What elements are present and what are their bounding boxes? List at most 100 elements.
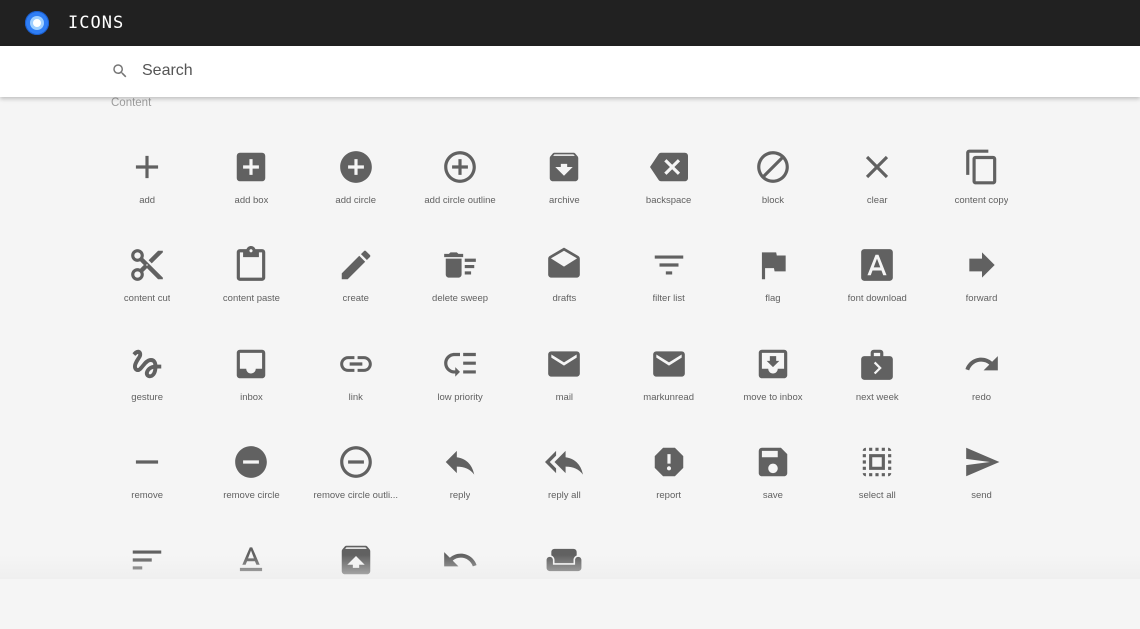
- icon-label: add circle outline: [424, 195, 496, 206]
- icon-label: inbox: [240, 391, 263, 403]
- gesture-icon: [132, 349, 162, 378]
- icon-tile[interactable]: filter list: [616, 236, 720, 334]
- icon-tile[interactable]: add circle outline: [408, 138, 512, 236]
- next-week-icon: [861, 349, 894, 380]
- add-circle-outline-icon: [444, 151, 476, 183]
- icon-tile[interactable]: add box: [199, 138, 303, 236]
- icon-tile[interactable]: move to inbox: [721, 335, 825, 433]
- icon-tile[interactable]: report: [616, 433, 720, 531]
- icon-label: link: [348, 391, 363, 403]
- icon-label: forward: [965, 293, 998, 305]
- icon-label: font download: [847, 293, 907, 305]
- icon-tile[interactable]: [304, 531, 408, 629]
- remove-circle-outline-icon: [339, 446, 372, 478]
- content-copy-icon: [965, 149, 996, 185]
- icon-label: reply: [449, 489, 471, 501]
- search-icon: [113, 64, 127, 78]
- clear-icon: [866, 155, 889, 179]
- icon-tile[interactable]: gesture: [95, 335, 199, 433]
- icon-label: gesture: [131, 391, 163, 403]
- icon-label: redo: [972, 391, 992, 403]
- markunread-icon: [652, 350, 685, 377]
- icon-tile[interactable]: font download: [825, 236, 929, 334]
- inbox-icon: [237, 349, 266, 378]
- icon-tile[interactable]: mail: [512, 335, 616, 433]
- app-logo-icon[interactable]: [25, 11, 49, 35]
- icon-tile[interactable]: save: [721, 433, 825, 531]
- icon-label: remove circle outli...: [313, 489, 398, 501]
- icon-tile[interactable]: remove circle outli...: [304, 433, 408, 531]
- icon-label: filter list: [652, 293, 685, 305]
- icon-tile[interactable]: archive: [512, 138, 616, 236]
- icon-tile[interactable]: [95, 531, 199, 629]
- icon-tile[interactable]: [199, 531, 303, 629]
- icon-tile[interactable]: clear: [825, 138, 929, 236]
- icon-tile[interactable]: [512, 531, 616, 629]
- remove-circle-icon: [235, 446, 268, 478]
- search-input[interactable]: [142, 58, 842, 84]
- icon-label: delete sweep: [432, 293, 489, 305]
- content-paste-icon: [237, 246, 266, 282]
- icon-tile[interactable]: markunread: [616, 335, 720, 433]
- remove-icon: [136, 460, 159, 464]
- report-icon: [654, 447, 683, 477]
- icon-tile[interactable]: inbox: [199, 335, 303, 433]
- icon-label: clear: [866, 195, 888, 206]
- icon-tile[interactable]: drafts: [512, 236, 616, 334]
- select-all-icon: [862, 447, 892, 477]
- icon-tile[interactable]: forward: [929, 236, 1033, 334]
- icon-label: archive: [549, 195, 580, 206]
- icon-tile[interactable]: next week: [825, 335, 929, 433]
- icon-label: move to inbox: [743, 391, 803, 403]
- icon-tile[interactable]: reply: [408, 433, 512, 531]
- icon-tile[interactable]: content copy: [929, 138, 1033, 236]
- drafts-icon: [548, 247, 581, 278]
- content-cut-icon: [131, 249, 163, 282]
- app-bar: ICONS: [0, 0, 1140, 46]
- text-format-icon: [240, 547, 263, 572]
- send-icon: [965, 447, 999, 477]
- icon-tile[interactable]: block: [721, 138, 825, 236]
- icon-label: backspace: [645, 195, 692, 206]
- icon-tile[interactable]: add: [95, 138, 199, 236]
- icon-label: remove: [131, 489, 163, 501]
- icon-tile[interactable]: delete sweep: [408, 236, 512, 334]
- icon-tile[interactable]: remove: [95, 433, 199, 531]
- icon-label: save: [762, 489, 783, 501]
- icon-label: send: [971, 489, 992, 501]
- icon-tile[interactable]: remove circle: [199, 433, 303, 531]
- icon-label: remove circle: [223, 489, 280, 501]
- icon-tile[interactable]: low priority: [408, 335, 512, 433]
- icon-tile[interactable]: redo: [929, 335, 1033, 433]
- icon-tile[interactable]: content cut: [95, 236, 199, 334]
- icon-label: add circle: [335, 195, 377, 206]
- icon-tile[interactable]: backspace: [616, 138, 720, 236]
- icon-label: mail: [555, 391, 574, 403]
- undo-icon: [444, 552, 477, 567]
- icon-tile[interactable]: [408, 531, 512, 629]
- archive-icon: [550, 152, 579, 182]
- icon-label: drafts: [552, 293, 577, 305]
- icon-tile[interactable]: create: [304, 236, 408, 334]
- icon-label: content cut: [123, 293, 171, 305]
- move-to-inbox-icon: [758, 349, 788, 378]
- icon-tile[interactable]: content paste: [199, 236, 303, 334]
- icon-tile[interactable]: add circle: [304, 138, 408, 236]
- icon-tile[interactable]: flag: [721, 236, 825, 334]
- sort-icon: [132, 550, 162, 570]
- app-title: ICONS: [68, 13, 125, 33]
- reply-icon: [445, 450, 475, 475]
- icon-tile[interactable]: select all: [825, 433, 929, 531]
- icon-label: next week: [855, 391, 899, 403]
- icon-label: low priority: [437, 391, 483, 403]
- font-download-icon: [861, 249, 894, 282]
- search-bar: [0, 46, 1140, 97]
- flag-icon: [761, 252, 786, 280]
- low-priority-icon: [444, 352, 476, 377]
- icon-tile[interactable]: send: [929, 433, 1033, 531]
- icon-tile[interactable]: reply all: [512, 433, 616, 531]
- forward-icon: [968, 252, 995, 278]
- add-box-icon: [237, 152, 266, 182]
- icon-tile[interactable]: link: [304, 335, 408, 433]
- reply-all-icon: [545, 450, 584, 475]
